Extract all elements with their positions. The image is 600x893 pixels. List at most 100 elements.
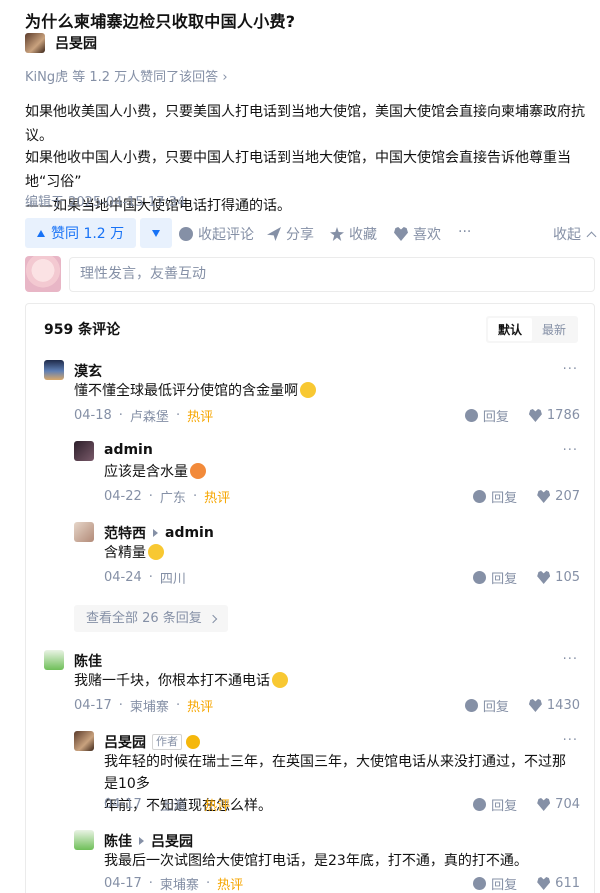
reply-button[interactable]: 回复 [473, 568, 517, 587]
comment-like-count: 1430 [546, 698, 580, 713]
comment-bubble-icon [473, 571, 487, 584]
chevron-right-icon [208, 614, 218, 623]
comment-date: 04-17 [104, 797, 142, 812]
comment-like-count: 105 [555, 570, 580, 585]
commenter-name[interactable]: 陈佳 [74, 651, 102, 671]
author-tag: 作者 [152, 734, 182, 750]
comment-more-button[interactable]: ··· [563, 652, 578, 667]
comment-date: 04-18 [74, 408, 112, 423]
comment-more-button[interactable]: ··· [563, 733, 578, 748]
commenter-avatar[interactable] [74, 441, 94, 461]
comment-like-button[interactable]: 1786 [528, 408, 580, 423]
author-name[interactable]: 吕旻园 [55, 33, 97, 53]
comment-like-button[interactable]: 611 [537, 876, 580, 891]
comment-composer: 理性发言，友善互动 [25, 256, 595, 293]
heart-icon [537, 877, 551, 890]
reply-button[interactable]: 回复 [473, 795, 517, 814]
sort-default-tab[interactable]: 默认 [487, 318, 532, 341]
reply-to-name[interactable]: admin [165, 525, 214, 541]
heart-icon [537, 798, 551, 811]
triangle-down-icon [152, 229, 161, 237]
favorite-button[interactable]: 收藏 [330, 224, 377, 244]
comment-like-button[interactable]: 207 [537, 489, 580, 504]
downvote-button[interactable] [140, 218, 173, 248]
collapse-comments-button[interactable]: 收起评论 [179, 224, 254, 244]
comment-more-button[interactable]: ··· [563, 443, 578, 458]
comment-text: 含精量 [104, 542, 164, 564]
more-button[interactable]: ··· [458, 224, 471, 240]
upvote-label: 赞同 1.2 万 [51, 226, 125, 242]
commenter-name[interactable]: 漠玄 [74, 361, 102, 381]
commenter-avatar[interactable] [74, 731, 94, 751]
commenter-name-row: 范特西 admin [104, 523, 214, 543]
reply-arrow-icon [153, 529, 158, 537]
heart-icon [537, 571, 551, 584]
comment-like-button[interactable]: 1430 [528, 698, 580, 713]
commenter-avatar[interactable] [44, 360, 64, 380]
comment-count: 959 条评论 [44, 322, 121, 338]
view-all-replies-label: 查看全部 26 条回复 [86, 611, 202, 626]
upvote-button[interactable]: 赞同 1.2 万 [25, 218, 137, 248]
like-button[interactable]: 喜欢 [394, 224, 441, 244]
commenter-name[interactable]: 吕旻园 [104, 732, 146, 752]
rofl-emoji-icon [300, 382, 316, 398]
reply-arrow-icon [139, 837, 144, 845]
comment-like-button[interactable]: 105 [537, 570, 580, 585]
commenter-name[interactable]: 陈佳 [104, 831, 132, 851]
comment-actions: 回复 1430 [464, 696, 580, 715]
commenter-avatar[interactable] [74, 522, 94, 542]
collapse-answer-button[interactable]: 收起 [553, 224, 597, 244]
answer-action-bar: 赞同 1.2 万 收起评论 分享 收藏 喜欢 ··· 收起 [25, 218, 597, 248]
comment-text-line-1: 我年轻的时候在瑞士三年，在英国三年，大使馆电话从来没打通过，不过那是10多 [104, 754, 566, 792]
comment-text: 应该是含水量 [104, 461, 206, 483]
comment-bubble-icon [464, 409, 478, 422]
reply-label: 回复 [491, 799, 518, 814]
comment-like-button[interactable]: 704 [537, 797, 580, 812]
comment-input[interactable]: 理性发言，友善互动 [69, 257, 595, 292]
comment-location: 广东 [159, 491, 186, 506]
reply-label: 回复 [482, 410, 509, 425]
comment-actions: 回复 207 [473, 487, 580, 506]
share-button[interactable]: 分享 [267, 224, 314, 244]
comment-actions: 回复 611 [473, 874, 580, 893]
comment-location: 四川 [159, 572, 186, 587]
more-label: ··· [458, 224, 472, 240]
view-all-replies-button[interactable]: 查看全部 26 条回复 [74, 605, 228, 632]
comment-more-button[interactable]: ··· [563, 362, 578, 377]
commenter-name[interactable]: 范特西 [104, 523, 146, 543]
paper-plane-icon [267, 227, 281, 241]
comment-bubble-icon [473, 490, 487, 503]
voters-link[interactable]: KiNg虎 等 1.2 万人赞同了该回答 › [25, 66, 228, 85]
comment-text-content: 我赌一千块，你根本打不通电话 [74, 673, 270, 689]
comment-meta: 04-17 · 柬埔寨 · 热评 [74, 698, 214, 715]
star-icon [330, 227, 344, 241]
commenter-avatar[interactable] [74, 830, 94, 850]
sort-latest-tab[interactable]: 最新 [532, 318, 576, 341]
reply-button[interactable]: 回复 [464, 696, 509, 715]
comment-actions: 回复 704 [473, 795, 580, 814]
current-user-avatar [25, 256, 61, 292]
reply-button[interactable]: 回复 [473, 874, 517, 893]
author-avatar[interactable] [25, 33, 45, 53]
reply-to-name[interactable]: 吕旻园 [151, 831, 193, 851]
commenter-avatar[interactable] [44, 650, 64, 670]
favorite-label: 收藏 [349, 227, 377, 243]
comment-text-content: 懂不懂全球最低评分使馆的含金量啊 [74, 383, 298, 399]
reply-button[interactable]: 回复 [473, 487, 517, 506]
commenter-name[interactable]: admin [104, 442, 153, 458]
comment-text: 我赌一千块，你根本打不通电话 [74, 670, 288, 692]
collapse-comments-label: 收起评论 [198, 227, 254, 243]
author-row: 吕旻园 [25, 33, 97, 53]
medal-icon [186, 735, 200, 749]
comment-date: 04-17 [74, 698, 112, 713]
commenter-name-row: 吕旻园 作者 [104, 732, 200, 752]
reply-button[interactable]: 回复 [464, 406, 509, 425]
comment-actions: 回复 105 [473, 568, 580, 587]
answer-paragraph-2-line-1: 如果他收中国人小费，只要中国人打电话到当地大使馆，中国大使馆会直接告诉他尊重当地… [25, 150, 571, 190]
like-label: 喜欢 [413, 227, 441, 243]
comment-bubble-icon [464, 699, 478, 712]
hot-comment-badge: 热评 [204, 491, 231, 506]
comment-location: 卢森堡 [129, 410, 169, 425]
comment-sort-toggle: 默认 最新 [485, 316, 578, 343]
question-title[interactable]: 为什么柬埔寨边检只收取中国人小费? [25, 8, 295, 32]
